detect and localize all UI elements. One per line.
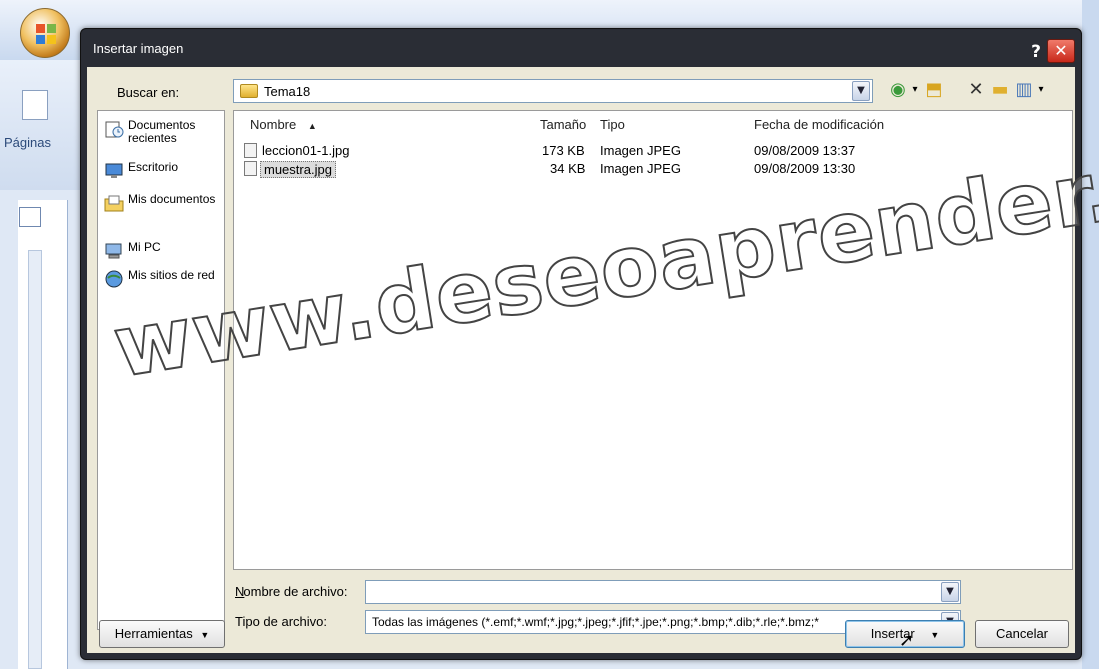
back-dropdown-icon[interactable]: ▾ [909, 79, 921, 101]
look-in-label: Buscar en: [117, 85, 180, 100]
chevron-down-icon: ▼ [200, 630, 210, 640]
chevron-down-icon[interactable]: ▼ [941, 582, 959, 602]
my-computer-icon [104, 241, 124, 261]
chevron-down-icon[interactable]: ▼ [930, 630, 939, 640]
up-folder-icon[interactable]: ⬒ [923, 79, 945, 101]
jpeg-file-icon [244, 161, 257, 176]
window-right-edge [1082, 0, 1099, 669]
recent-documents-icon [104, 119, 124, 139]
column-header-date[interactable]: Fecha de modificación [754, 117, 884, 132]
chevron-down-icon[interactable]: ▼ [852, 81, 870, 101]
pages-icon[interactable] [22, 90, 48, 120]
document-margin [18, 200, 68, 669]
dialog-body: Buscar en: Tema18 ▼ ◉ ▾ ⬒ ✕ ▬ ▥ ▾ Docume… [87, 67, 1075, 653]
filename-input[interactable]: ▼ [365, 580, 961, 604]
vertical-ruler [28, 250, 42, 669]
file-date: 09/08/2009 13:30 [754, 161, 856, 176]
file-row[interactable]: leccion01-1.jpg 173 KB Imagen JPEG 09/08… [244, 142, 1064, 160]
column-header-type[interactable]: Tipo [600, 117, 625, 132]
views-icon[interactable]: ▥ [1013, 79, 1035, 101]
mouse-pointer-icon: ➚ [899, 630, 915, 651]
file-list[interactable]: Nombre ▲ Tamaño Tipo Fecha de modificaci… [233, 110, 1073, 570]
sort-ascending-icon: ▲ [307, 121, 317, 131]
ribbon-group-pages: Páginas [0, 60, 85, 190]
filename-label: Nombre de archivo: [235, 584, 348, 599]
office-button[interactable] [20, 8, 70, 58]
folder-icon [240, 84, 258, 98]
column-header-name[interactable]: Nombre ▲ [250, 117, 317, 132]
new-folder-icon[interactable]: ▬ [989, 79, 1011, 101]
look-in-value: Tema18 [264, 84, 311, 99]
file-type: Imagen JPEG [600, 143, 681, 158]
help-button[interactable]: ? [1025, 41, 1047, 63]
column-header-size[interactable]: Tamaño [540, 117, 586, 132]
file-size: 173 KB [542, 143, 585, 158]
tools-button[interactable]: Herramientas ▼ [99, 620, 225, 648]
dialog-title: Insertar imagen [93, 41, 184, 56]
file-name: muestra.jpg [260, 161, 336, 178]
insert-image-dialog: Insertar imagen ? ✕ Buscar en: Tema18 ▼ … [80, 28, 1099, 660]
office-logo-icon [35, 23, 57, 45]
close-button[interactable]: ✕ [1047, 39, 1075, 63]
places-bar: Documentos recientes Escritorio Mis docu… [97, 110, 225, 630]
my-documents-icon [104, 193, 124, 213]
file-row[interactable]: muestra.jpg 34 KB Imagen JPEG 09/08/2009… [244, 160, 1064, 178]
filetype-label: Tipo de archivo: [235, 614, 328, 629]
file-name: leccion01-1.jpg [262, 143, 350, 158]
file-size: 34 KB [550, 161, 586, 176]
back-icon[interactable]: ◉ [887, 79, 909, 101]
views-dropdown-icon[interactable]: ▾ [1035, 79, 1047, 101]
ribbon-label-pages[interactable]: Páginas [4, 135, 51, 150]
file-type: Imagen JPEG [600, 161, 681, 176]
jpeg-file-icon [244, 143, 257, 158]
file-date: 09/08/2009 13:37 [754, 143, 856, 158]
delete-icon[interactable]: ✕ [965, 79, 987, 101]
desktop-icon [104, 161, 124, 181]
dialog-titlebar[interactable]: Insertar imagen ? ✕ [81, 29, 1081, 67]
network-places-icon [104, 269, 124, 289]
cancel-button[interactable]: Cancelar [975, 620, 1069, 648]
tab-selector-icon[interactable] [19, 207, 41, 227]
look-in-combo[interactable]: Tema18 ▼ [233, 79, 873, 103]
